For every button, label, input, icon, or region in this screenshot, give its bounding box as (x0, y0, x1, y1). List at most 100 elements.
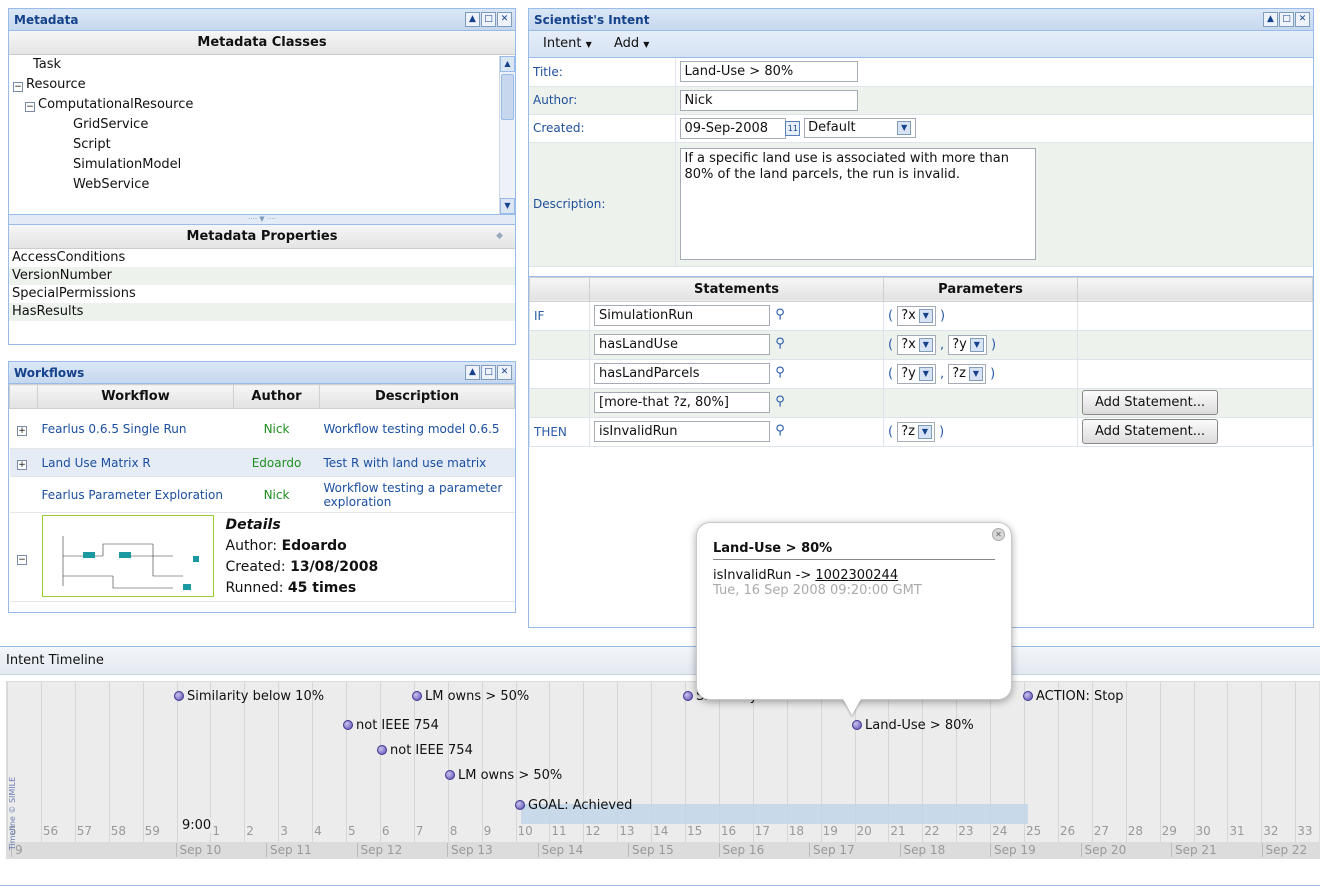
property-item[interactable]: HasResults (9, 303, 515, 321)
search-icon[interactable]: ⚲ (769, 392, 791, 413)
timeline-title: Intent Timeline (6, 653, 104, 668)
author-column-header[interactable]: Author (233, 384, 320, 409)
popup-close-icon[interactable]: ✕ (992, 528, 1005, 541)
parameter-select[interactable]: ?z ▼ (897, 421, 935, 442)
search-icon[interactable]: ⚲ (769, 305, 791, 326)
add-statement-button[interactable]: Add Statement... (1082, 419, 1219, 444)
table-row[interactable]: Fearlus Parameter Exploration Nick Workflo… (9, 476, 515, 513)
parameters-column-header[interactable]: Parameters (883, 276, 1078, 302)
class-tree-scrollbar[interactable]: ▲ ▼ (499, 56, 515, 214)
search-icon[interactable]: ⚲ (769, 421, 791, 442)
close-icon[interactable]: ✕ (1295, 12, 1310, 27)
statement-field[interactable]: hasLandParcels (594, 363, 770, 384)
metadata-panel-header: Metadata ▲ □ ✕ (9, 9, 515, 31)
timeline-event[interactable]: not IEEE 754 (377, 743, 473, 758)
statement-field[interactable]: SimulationRun (594, 305, 770, 326)
close-icon[interactable]: ✕ (497, 365, 512, 380)
workflow-diagram-thumbnail[interactable] (41, 515, 214, 597)
scroll-up-icon[interactable]: ▲ (500, 56, 515, 72)
tree-node[interactable]: Script (13, 135, 515, 155)
scroll-thumb[interactable] (501, 74, 514, 120)
search-icon[interactable]: ⚲ (769, 334, 791, 355)
workflow-name[interactable]: Fearlus 0.6.5 Single Run (37, 408, 234, 449)
parameter-select[interactable]: ?x ▼ (897, 305, 936, 326)
workflow-name[interactable]: Land Use Matrix R (37, 448, 234, 477)
splitter[interactable]: ···· ▼ ···· (9, 215, 515, 225)
created-date-field[interactable]: 09-Sep-2008 (679, 117, 786, 139)
timeline-event[interactable]: LM owns > 50% (445, 768, 562, 783)
maximize-icon[interactable]: □ (481, 365, 496, 380)
collapse-icon[interactable]: ▲ (465, 12, 480, 27)
search-icon[interactable]: ⚲ (769, 363, 791, 384)
expand-icon[interactable]: + (17, 426, 27, 436)
timeline-event[interactable]: Similarity below 10% (174, 689, 324, 704)
timeline-event[interactable]: Land-Use > 80% (852, 718, 974, 733)
description-field[interactable]: If a specific land use is associated wit… (679, 148, 1036, 260)
timeline-band[interactable]: 5 56 57 58 59 1 2 3 4 5 6 7 8 9 10 11 12 13 14 15 16 17 18 19 20… (6, 681, 1320, 859)
maximize-icon[interactable]: □ (1279, 12, 1294, 27)
table-row[interactable]: + Fearlus 0.6.5 Single Run Nick Workflow te… (9, 408, 515, 449)
statement-field[interactable]: isInvalidRun (594, 421, 770, 442)
row-expander[interactable] (9, 476, 38, 513)
tree-node[interactable]: − Resource (13, 75, 515, 95)
statements-column-header[interactable]: Statements (589, 276, 884, 302)
statement-field[interactable]: [more-that ?z, 80%] (594, 392, 770, 413)
collapse-icon[interactable]: − (17, 554, 27, 565)
grid-line (1295, 682, 1297, 848)
row-expander[interactable]: + (9, 408, 38, 449)
description-column-header[interactable]: Description (319, 384, 515, 409)
timeline-credit[interactable]: Timeline © SIMILE (8, 777, 17, 850)
tree-node[interactable]: WebService (13, 175, 515, 195)
property-item[interactable]: VersionNumber (9, 267, 515, 285)
collapse-icon[interactable]: ▲ (465, 365, 480, 380)
intent-menu[interactable]: Intent ▼ (543, 36, 592, 51)
popup-run-link[interactable]: 1002300244 (815, 568, 898, 583)
workflow-name[interactable]: Fearlus Parameter Exploration (37, 476, 234, 513)
day-tick-label: 16 (720, 824, 737, 838)
parameter-select[interactable]: ?z ▼ (948, 363, 986, 384)
metadata-properties-label: Metadata Properties (186, 229, 338, 244)
collapse-icon[interactable]: ▲ (1263, 12, 1278, 27)
scroll-down-icon[interactable]: ▼ (500, 198, 515, 214)
timeline-event-label: Land-Use > 80% (865, 718, 974, 733)
parameter-select[interactable]: ?y ▼ (897, 363, 936, 384)
row-expander[interactable]: + (9, 448, 38, 477)
param-separator: , (935, 366, 949, 381)
property-item[interactable]: AccessConditions (9, 249, 515, 267)
metadata-class-tree: Task − Resource − ComputationalResource GridS… (9, 55, 515, 195)
timeline-event[interactable]: ACTION: Stop (1023, 689, 1124, 704)
created-mode-select[interactable]: Default ▼ (804, 118, 917, 138)
row-expander[interactable]: − (9, 512, 38, 602)
statement-field[interactable]: hasLandUse (594, 334, 770, 355)
workflows-table: Workflow Author Description + Fearlus 0.6… (9, 384, 515, 602)
tree-node[interactable]: − ComputationalResource (13, 95, 515, 115)
title-field[interactable]: Land-Use > 80% (679, 61, 858, 83)
parameter-select[interactable]: ?x ▼ (897, 334, 936, 355)
calendar-icon[interactable]: 11 (785, 120, 801, 136)
created-label: Created: (529, 114, 675, 143)
tree-node[interactable]: GridService (13, 115, 515, 135)
close-icon[interactable]: ✕ (497, 12, 512, 27)
property-item[interactable]: SpecialPermissions (9, 285, 515, 303)
expand-icon[interactable]: + (17, 460, 27, 470)
grid-line (108, 682, 110, 848)
collapse-toggle-icon[interactable]: − (25, 102, 35, 112)
add-statement-button[interactable]: Add Statement... (1082, 390, 1219, 415)
table-row[interactable]: + Land Use Matrix R Edoardo Test R with lan… (9, 448, 515, 477)
tree-node[interactable]: SimulationModel (13, 155, 515, 175)
collapse-toggle-icon[interactable]: − (13, 82, 23, 92)
sort-icon[interactable]: ◆ (496, 225, 503, 248)
timeline-event[interactable]: not IEEE 754 (343, 718, 439, 733)
grid-line (1125, 682, 1127, 848)
parameter-select[interactable]: ?y ▼ (948, 334, 987, 355)
tree-node[interactable]: Task (13, 55, 515, 75)
timeline-event[interactable]: GOAL: Achieved (515, 798, 632, 813)
workflow-details-row: − Details Author: Edoardo Created: 13/08/20… (9, 512, 515, 602)
workflow-column-header[interactable]: Workflow (37, 384, 234, 409)
add-menu[interactable]: Add ▼ (614, 36, 649, 51)
panel-tools: ▲ □ ✕ (1263, 12, 1310, 27)
maximize-icon[interactable]: □ (481, 12, 496, 27)
author-field[interactable]: Nick (679, 89, 858, 111)
day-tick-label: 6 (381, 824, 390, 838)
timeline-event[interactable]: LM owns > 50% (412, 689, 529, 704)
